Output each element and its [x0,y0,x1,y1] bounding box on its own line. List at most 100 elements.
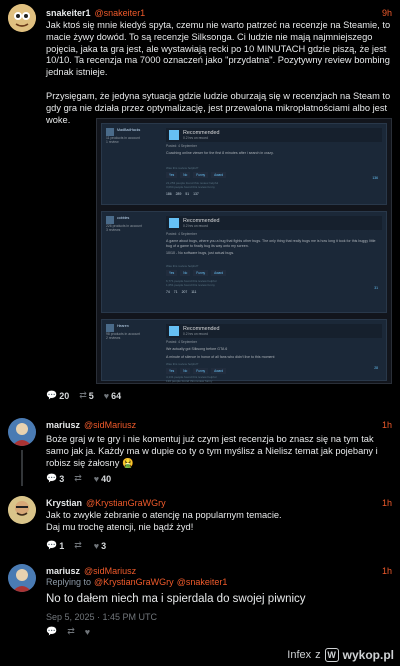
watermark-separator: z [315,649,321,661]
review-text: We actually got Silksong before GTA 6 [166,347,228,351]
like-button[interactable]: ♥ 40 [94,474,111,484]
reviewer-name: Hearen [116,324,129,328]
review-reactions: 186 289 51 137 [166,192,382,196]
tweet-text: Jak to zwykle żebranie o atencję na popu… [46,510,282,532]
thumbs-up-icon [169,218,179,228]
retweet-icon: ⇄ [79,390,87,400]
reply-count: 20 [59,390,70,401]
post-time[interactable]: 1h [382,498,392,508]
post-time[interactable]: 1h [382,566,392,576]
funny-button: Funny [193,269,209,276]
no-button: No [180,269,191,276]
reviewer-avatar [106,216,114,224]
post-time[interactable]: 1h [382,420,392,430]
heart-icon: ♥ [93,473,100,484]
review-funny-count: 1,051 people found this review funny [166,282,215,287]
review-posted: Posted: 4 September [166,232,197,236]
replying-to: Replying to @KrystianGraWGry @snakeiter1 [46,577,392,587]
author-handle[interactable]: @sidMariusz [84,420,136,430]
review-comment-count: 31 [374,286,378,290]
comment-icon: 💬 [46,390,58,400]
post-time[interactable]: 9h [382,8,392,18]
tweet-paragraph: Jak ktoś się mnie kiedyś spyta, czemu ni… [46,20,391,78]
reply-button[interactable]: 💬 20 [46,390,69,401]
review-text: 10/10 - No software bugs, just actual bu… [166,251,235,256]
reply-button[interactable]: 💬 3 [46,473,64,484]
reply-count: 3 [59,473,65,484]
thread-line [21,450,23,486]
reaction-count: 137 [193,191,199,196]
avatar[interactable] [8,418,36,446]
reply-mention[interactable]: @snakeiter1 [177,577,228,587]
retweet-icon: ⇄ [74,540,82,550]
attached-image-steam-reviews[interactable]: MadBadHacks 11 products in account 1 rev… [96,118,392,384]
award-button: Award [211,171,227,178]
review-header: Recommended 0.2 hrs on record [166,128,382,142]
reply-mention[interactable]: @KrystianGraWGry [94,577,174,587]
reaction-count: 51 [185,191,190,196]
uploader-name: Infex [287,649,312,661]
review-posted: Posted: 4 September [166,144,197,148]
avatar[interactable] [8,4,36,32]
reaction-count: 289 [175,191,182,196]
avatar[interactable] [8,564,36,592]
reviewer-review-count: 3 reviews [106,228,121,233]
thumbs-up-icon [169,326,179,336]
tweet-mariusz-main: mariusz @sidMariusz 1h Replying to @Krys… [0,560,400,642]
yes-button: Yes [166,269,178,276]
author-handle[interactable]: @snakeiter1 [95,8,146,18]
retweet-button[interactable]: ⇄ [74,540,84,551]
reaction-count: 207 [181,289,188,294]
review-helpful-question: Was this review helpful? [166,362,199,367]
funny-button: Funny [193,171,209,178]
heart-icon: ♥ [93,540,100,551]
award-button: Award [211,269,227,276]
like-count: 40 [101,473,112,484]
brand-name: wykop.pl [342,648,394,662]
like-count: 3 [101,540,107,551]
thumbs-up-icon [169,130,179,140]
author-handle[interactable]: @sidMariusz [84,566,136,576]
retweet-button[interactable]: ⇄ [74,473,84,484]
review-helpful-question: Was this review helpful? [166,263,199,268]
tweet-text: Boże graj w te gry i nie komentuj już cz… [46,434,378,468]
tweet-text: No to dałem niech ma i spierdala do swoj… [46,593,306,605]
author-handle[interactable]: @KrystianGraWGry [86,498,166,508]
steam-review: cobbles 226 products in account 3 review… [101,211,387,313]
like-button[interactable]: ♥ 64 [104,391,121,401]
review-hours: 0.2 hrs on record [183,224,208,228]
tweet-actions: 💬 3 ⇄ ♥ 40 [46,473,111,484]
review-comment-count: 28 [374,366,378,370]
comment-icon: 💬 [46,540,58,550]
author-name[interactable]: snakeiter1 [46,8,91,18]
award-button: Award [211,368,227,375]
reviewer-review-count: 1 review [106,140,119,145]
author-name[interactable]: Krystian [46,498,82,508]
yes-button: Yes [166,368,178,375]
author-name[interactable]: mariusz [46,566,80,576]
reviewer-name: MadBadHacks [116,128,141,132]
review-comment-count: 136 [372,176,378,180]
reaction-count: 71 [173,289,178,294]
reviewer-name: cobbles [116,216,130,220]
retweet-button[interactable]: ⇄ [67,626,75,637]
heart-icon: ♥ [103,390,110,401]
reply-count: 1 [59,540,65,551]
author-name[interactable]: mariusz [46,420,80,430]
reviewer-avatar [106,324,114,332]
heart-icon: ♥ [84,626,91,637]
reviewer-avatar [106,128,114,136]
review-reactions: 74 71 207 111 [166,290,382,294]
no-button: No [180,171,191,178]
tweet-mariusz-reply: mariusz @sidMariusz 1h Boże graj w te gr… [0,412,400,490]
retweet-button[interactable]: ⇄ 5 [79,390,94,401]
review-posted: Posted: 4 September [166,340,197,344]
no-button: No [180,368,191,375]
tweet-date[interactable]: Sep 5, 2025 · 1:45 PM UTC [46,612,392,624]
funny-button: Funny [193,368,209,375]
like-button[interactable]: ♥ 3 [94,541,106,551]
like-button[interactable]: ♥ [85,627,90,637]
reply-button[interactable]: 💬 [46,626,57,637]
reply-button[interactable]: 💬 1 [46,540,64,551]
avatar[interactable] [8,496,36,524]
